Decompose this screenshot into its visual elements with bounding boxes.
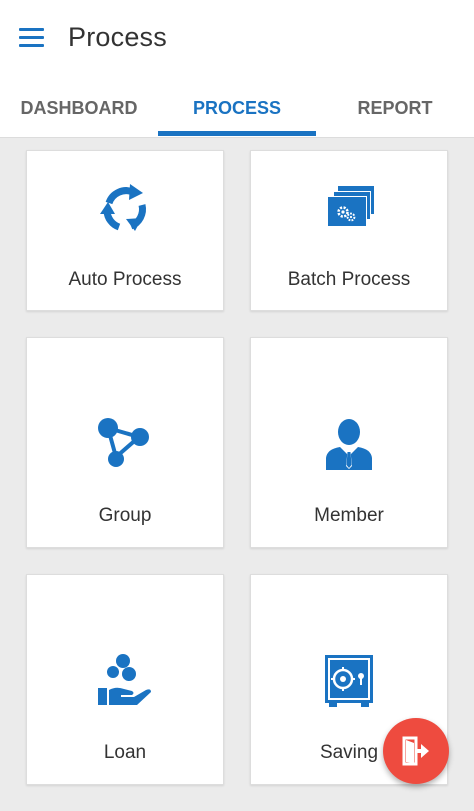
card-group[interactable]: Group (26, 337, 224, 548)
tab-report[interactable]: REPORT (316, 78, 474, 138)
tab-bar: DASHBOARD PROCESS REPORT (0, 78, 474, 138)
batch-windows-gears-icon (327, 186, 374, 226)
logout-fab-button[interactable] (383, 718, 449, 784)
card-label: Loan (103, 742, 147, 763)
card-member[interactable]: Member (250, 337, 448, 548)
card-label: Auto Process (68, 269, 182, 290)
hand-coins-icon (98, 654, 151, 705)
tab-dashboard[interactable]: DASHBOARD (0, 78, 158, 138)
page-title: Process (68, 22, 167, 52)
app-bar: Process (0, 0, 474, 78)
card-label: Batch Process (287, 269, 411, 290)
card-loan[interactable]: Loan (26, 574, 224, 785)
safe-vault-icon (325, 655, 373, 707)
logout-exit-icon (402, 736, 429, 766)
group-network-icon (98, 418, 149, 467)
card-batch-process[interactable]: Batch Process (250, 150, 448, 311)
card-label: Group (98, 505, 152, 526)
card-label: Member (314, 505, 384, 526)
member-person-icon (326, 419, 372, 470)
refresh-cycle-icon (100, 184, 146, 231)
hamburger-menu-icon[interactable] (18, 26, 46, 50)
active-tab-indicator (158, 131, 316, 136)
card-auto-process[interactable]: Auto Process (26, 150, 224, 311)
tab-process[interactable]: PROCESS (158, 78, 316, 138)
